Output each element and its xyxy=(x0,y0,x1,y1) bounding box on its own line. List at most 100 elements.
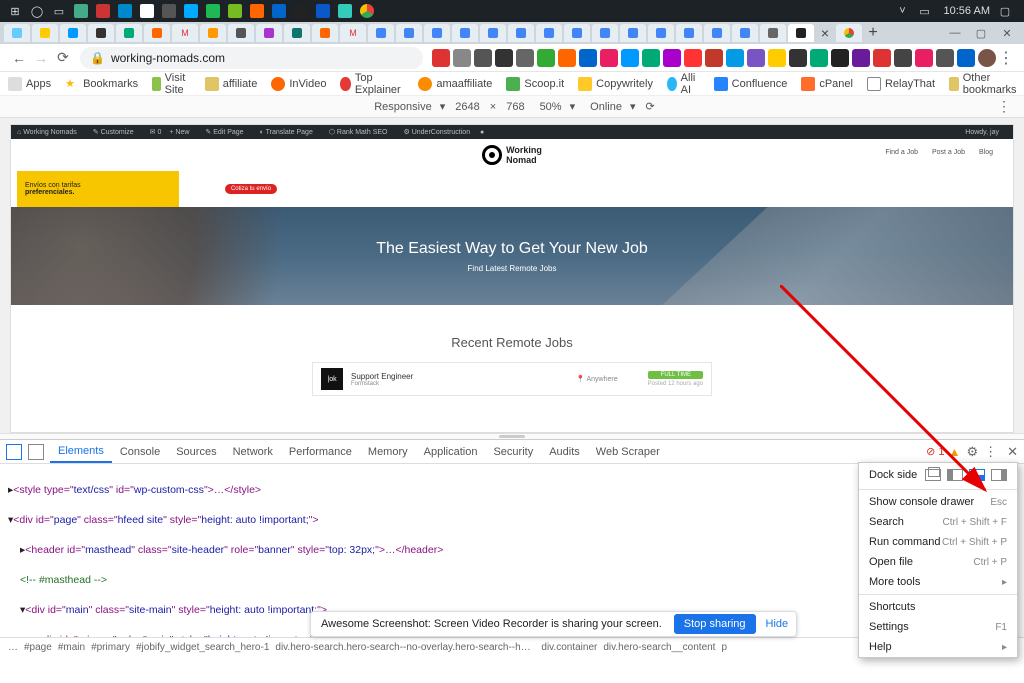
menu-shortcuts[interactable]: Shortcuts xyxy=(859,597,1017,617)
bookmark-item[interactable]: Scoop.it xyxy=(506,77,564,91)
extension-icon[interactable] xyxy=(642,49,660,67)
browser-tab[interactable] xyxy=(32,24,58,42)
extension-icon[interactable] xyxy=(894,49,912,67)
viewport-width[interactable]: 2648 xyxy=(455,101,479,113)
tab-audits[interactable]: Audits xyxy=(541,440,588,463)
bookmark-item[interactable]: ★Bookmarks xyxy=(65,77,138,91)
browser-tab[interactable]: M xyxy=(340,24,366,42)
extension-icon[interactable] xyxy=(957,49,975,67)
bookmark-item[interactable]: Visit Site xyxy=(152,72,191,96)
bookmark-item[interactable]: Copywritely xyxy=(578,77,653,91)
ad-cta[interactable]: Cotiza tu envío xyxy=(225,184,277,194)
browser-tab[interactable] xyxy=(396,24,422,42)
close-window-icon[interactable]: ✕ xyxy=(994,24,1020,42)
bookmark-item[interactable]: InVideo xyxy=(271,77,326,91)
chrome-menu-icon[interactable]: ⋮ xyxy=(996,48,1016,68)
browser-tab[interactable] xyxy=(620,24,646,42)
browser-tab[interactable] xyxy=(480,24,506,42)
extension-icon[interactable] xyxy=(495,49,513,67)
tab-network[interactable]: Network xyxy=(225,440,281,463)
extension-icon[interactable] xyxy=(726,49,744,67)
browser-tab[interactable] xyxy=(88,24,114,42)
device-toggle-icon[interactable] xyxy=(28,444,44,460)
job-card[interactable]: |ok Support Engineer Formstack 📍 Anywher… xyxy=(312,362,712,396)
back-button[interactable]: ← xyxy=(8,47,30,69)
dock-right-icon[interactable] xyxy=(991,469,1007,481)
nav-link[interactable]: Post a Job xyxy=(932,149,965,156)
forward-button[interactable]: → xyxy=(30,47,52,69)
device-menu-icon[interactable]: ⋮ xyxy=(997,98,1011,115)
chrome-icon[interactable] xyxy=(358,2,376,20)
devtools-menu-icon[interactable]: ⋮ xyxy=(984,444,997,460)
new-tab-button[interactable]: + xyxy=(864,24,882,42)
device-select[interactable]: Responsive ▾ xyxy=(369,100,445,113)
rotate-icon[interactable]: ⟳ xyxy=(646,100,655,113)
extension-icon[interactable] xyxy=(579,49,597,67)
menu-search[interactable]: SearchCtrl + Shift + F xyxy=(859,512,1017,532)
extension-icon[interactable] xyxy=(915,49,933,67)
extension-icon[interactable] xyxy=(768,49,786,67)
close-tab-icon[interactable]: × xyxy=(816,24,834,42)
extension-icon[interactable] xyxy=(453,49,471,67)
banner-ad[interactable]: Envíos con tarifas preferenciales. Cotiz… xyxy=(17,171,287,207)
devtools-settings-icon[interactable]: ⚙ xyxy=(966,444,978,460)
extension-icon[interactable] xyxy=(474,49,492,67)
app-icon[interactable] xyxy=(116,2,134,20)
bookmark-folder[interactable]: affiliate xyxy=(205,77,258,91)
app-icon[interactable] xyxy=(292,2,310,20)
extension-icon[interactable] xyxy=(705,49,723,67)
extension-icon[interactable] xyxy=(516,49,534,67)
extension-icon[interactable] xyxy=(558,49,576,67)
taskview-icon[interactable]: ▭ xyxy=(50,2,68,20)
bookmark-item[interactable]: cPanel xyxy=(801,77,853,91)
browser-tab[interactable] xyxy=(452,24,478,42)
menu-run-command[interactable]: Run commandCtrl + Shift + P xyxy=(859,532,1017,552)
error-count[interactable]: ⊘ 1 xyxy=(926,445,944,458)
browser-tab[interactable] xyxy=(536,24,562,42)
maximize-icon[interactable]: ▢ xyxy=(968,24,994,42)
dock-undock-icon[interactable] xyxy=(925,469,941,481)
reload-button[interactable]: ⟳ xyxy=(52,47,74,69)
tab-application[interactable]: Application xyxy=(416,440,486,463)
other-bookmarks[interactable]: Other bookmarks xyxy=(949,72,1021,96)
nav-link[interactable]: Blog xyxy=(979,149,993,156)
menu-help[interactable]: Help▸ xyxy=(859,637,1017,657)
browser-tab[interactable] xyxy=(648,24,674,42)
browser-tab[interactable] xyxy=(704,24,730,42)
browser-tab[interactable] xyxy=(144,24,170,42)
browser-tab[interactable] xyxy=(200,24,226,42)
app-icon[interactable] xyxy=(336,2,354,20)
zoom-select[interactable]: 50% ▾ xyxy=(535,100,576,113)
minimize-icon[interactable]: — xyxy=(942,24,968,42)
extension-icon[interactable] xyxy=(600,49,618,67)
battery-icon[interactable]: ▭ xyxy=(916,2,934,20)
dock-bottom-icon[interactable] xyxy=(969,469,985,481)
tab-sources[interactable]: Sources xyxy=(168,440,224,463)
app-icon[interactable] xyxy=(248,2,266,20)
browser-tab[interactable] xyxy=(60,24,86,42)
browser-tab[interactable] xyxy=(368,24,394,42)
dock-left-icon[interactable] xyxy=(947,469,963,481)
bookmark-item[interactable]: RelayThat xyxy=(867,77,935,91)
avatar-icon[interactable] xyxy=(978,49,996,67)
browser-tab[interactable] xyxy=(424,24,450,42)
extension-icon[interactable] xyxy=(684,49,702,67)
tray-chevron-icon[interactable]: ˅ xyxy=(894,2,912,20)
browser-tab[interactable]: M xyxy=(172,24,198,42)
tab-memory[interactable]: Memory xyxy=(360,440,416,463)
hide-notification-button[interactable]: Hide xyxy=(766,618,789,630)
warning-icon[interactable]: ▲ xyxy=(949,445,961,459)
browser-tab[interactable] xyxy=(836,24,862,42)
app-icon[interactable] xyxy=(226,2,244,20)
site-logo[interactable]: WorkingNomad xyxy=(482,145,542,165)
extension-icon[interactable] xyxy=(873,49,891,67)
extension-icon[interactable] xyxy=(432,49,450,67)
start-icon[interactable]: ⊞ xyxy=(6,2,24,20)
app-icon[interactable] xyxy=(270,2,288,20)
menu-settings[interactable]: SettingsF1 xyxy=(859,617,1017,637)
apps-shortcut[interactable]: Apps xyxy=(8,77,51,91)
browser-tab[interactable] xyxy=(116,24,142,42)
network-select[interactable]: Online ▾ xyxy=(585,100,635,113)
stop-sharing-button[interactable]: Stop sharing xyxy=(674,614,756,634)
extension-icon[interactable] xyxy=(747,49,765,67)
